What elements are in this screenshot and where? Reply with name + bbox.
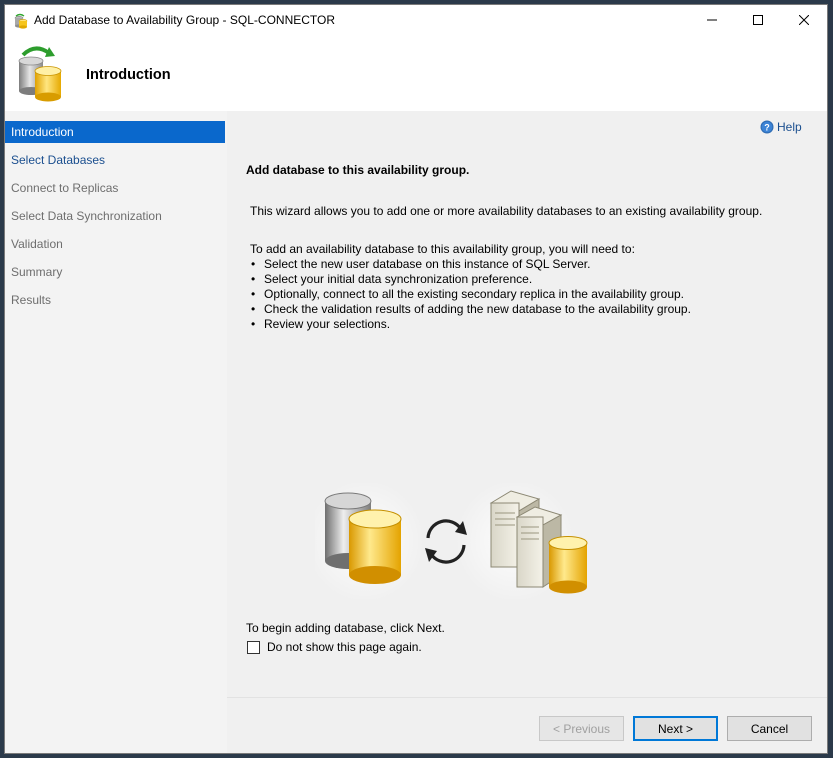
list-intro: To add an availability database to this …: [250, 242, 635, 256]
maximize-button[interactable]: [735, 5, 781, 35]
wizard-step-navigation: Introduction Select Databases Connect to…: [5, 111, 227, 753]
next-button[interactable]: Next >: [633, 716, 718, 741]
requirements-list: Select the new user database on this ins…: [250, 257, 691, 332]
content-panel: ? Help Add database to this availability…: [227, 111, 827, 697]
list-item: Select your initial data synchronization…: [250, 272, 691, 287]
begin-instruction: To begin adding database, click Next.: [246, 621, 445, 635]
help-link[interactable]: ? Help: [760, 120, 802, 134]
nav-item-introduction[interactable]: Introduction: [5, 121, 225, 143]
window-title: Add Database to Availability Group - SQL…: [34, 13, 336, 27]
do-not-show-checkbox[interactable]: [247, 640, 260, 654]
list-item: Review your selections.: [250, 317, 691, 332]
list-item: Select the new user database on this ins…: [250, 257, 691, 272]
help-label: Help: [777, 120, 802, 134]
previous-button[interactable]: < Previous: [539, 716, 624, 741]
database-app-icon: [14, 13, 28, 29]
close-icon: [799, 15, 809, 25]
help-icon: ?: [760, 120, 774, 134]
close-button[interactable]: [781, 5, 827, 35]
nav-item-select-databases[interactable]: Select Databases: [5, 149, 225, 171]
wizard-header: Introduction: [5, 35, 827, 111]
minimize-icon: [707, 19, 717, 21]
nav-item-results: Results: [11, 293, 52, 307]
availability-database-icon: [18, 46, 62, 102]
wizard-window: Add Database to Availability Group - SQL…: [4, 4, 828, 754]
svg-text:?: ?: [764, 123, 770, 133]
maximize-icon: [753, 15, 763, 25]
nav-item-validation: Validation: [11, 237, 63, 251]
minimize-button[interactable]: [689, 5, 735, 35]
button-bar: < Previous Next > Cancel: [227, 697, 827, 753]
list-item: Optionally, connect to all the existing …: [250, 287, 691, 302]
intro-paragraph: This wizard allows you to add one or mor…: [250, 204, 763, 218]
do-not-show-checkbox-row[interactable]: Do not show this page again.: [247, 640, 422, 654]
database-sync-illustration: [315, 483, 588, 599]
nav-item-summary: Summary: [11, 265, 63, 279]
title-bar[interactable]: Add Database to Availability Group - SQL…: [5, 5, 827, 35]
cancel-button[interactable]: Cancel: [727, 716, 812, 741]
content-heading: Add database to this availability group.: [246, 163, 470, 177]
desktop-background: [828, 88, 833, 758]
nav-item-connect-to-replicas: Connect to Replicas: [11, 181, 119, 195]
do-not-show-label[interactable]: Do not show this page again.: [267, 640, 422, 654]
list-item: Check the validation results of adding t…: [250, 302, 691, 317]
nav-item-select-data-synchronization: Select Data Synchronization: [11, 209, 162, 223]
page-title: Introduction: [86, 67, 171, 83]
